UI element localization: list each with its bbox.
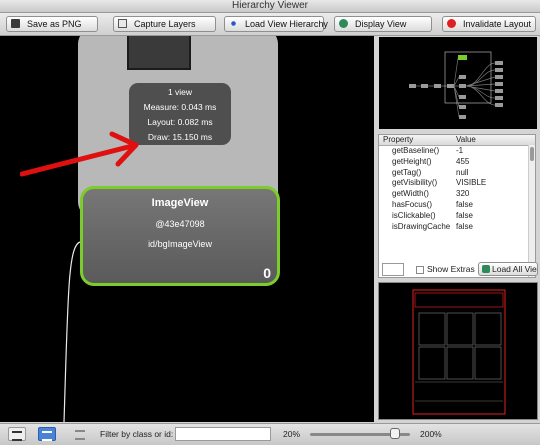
load-icon (482, 265, 490, 273)
table-row[interactable]: getVisibility() VISIBLE (379, 178, 535, 189)
list-icon (12, 431, 22, 441)
tree-overview-map (409, 51, 503, 119)
table-row[interactable]: isClickable() false (379, 211, 535, 222)
property-key: getTag() (392, 167, 422, 177)
table-row[interactable]: getHeight() 455 (379, 157, 535, 168)
node-class-name: ImageView (151, 197, 209, 209)
load-view-hierarchy-label: Load View Hierarchy (245, 19, 328, 29)
load-all-views-button[interactable]: Load All Vie (478, 262, 538, 276)
filter-label: Filter by class or id: (100, 429, 174, 439)
table-row[interactable]: isDrawingCache false (379, 222, 535, 233)
selected-view-node[interactable]: ImageView @43e47098 id/bgImageView 0 (80, 186, 280, 286)
invalidate-icon (447, 19, 456, 28)
table-row[interactable]: getWidth() 320 (379, 189, 535, 200)
layout-view-toggle-button[interactable] (38, 427, 56, 441)
property-value: false (456, 199, 473, 209)
value-column-header[interactable]: Value (456, 135, 476, 145)
load-all-views-label: Load All Vie (492, 264, 537, 274)
property-value: false (456, 210, 473, 220)
property-key: isDrawingCache (392, 221, 451, 231)
zoom-slider-knob[interactable] (390, 428, 400, 439)
options-bar: Show Extras Load All Vie (382, 262, 538, 278)
show-extras-label: Show Extras (427, 264, 475, 274)
display-icon (339, 19, 348, 28)
property-column-header[interactable]: Property (383, 135, 413, 145)
property-value: 320 (456, 189, 470, 199)
grid-icon (75, 430, 85, 440)
extras-field[interactable] (382, 263, 404, 276)
node-hash: @43e47098 (155, 219, 205, 229)
layout-icon (42, 431, 52, 441)
tree-overview[interactable] (379, 37, 537, 129)
display-view-button[interactable]: Display View (334, 16, 432, 32)
invalidate-layout-button[interactable]: Invalidate Layout (442, 16, 536, 32)
save-as-png-label: Save as PNG (27, 19, 82, 29)
property-key: isClickable() (392, 210, 436, 220)
property-key: hasFocus() (392, 199, 433, 209)
properties-header: Property Value (379, 135, 535, 146)
property-value: VISIBLE (456, 178, 487, 188)
property-key: getHeight() (392, 156, 432, 166)
table-row[interactable]: getBaseline() -1 (379, 146, 535, 157)
load-view-hierarchy-button[interactable]: Load View Hierarchy (224, 16, 328, 32)
right-pane: Property Value getBaseline() -1 getHeight… (376, 36, 540, 422)
hierarchy-canvas[interactable]: 1 view Measure: 0.043 ms Layout: 0.082 m… (0, 36, 374, 422)
properties-scrollbar[interactable] (528, 145, 535, 277)
invalidate-layout-label: Invalidate Layout (463, 19, 532, 29)
property-key: getVisibility() (392, 178, 438, 188)
capture-layers-label: Capture Layers (134, 19, 196, 29)
hierarchy-icon (229, 19, 238, 28)
save-as-png-button[interactable]: Save as PNG (6, 16, 98, 32)
property-value: -1 (456, 146, 464, 155)
show-extras-checkbox[interactable] (416, 266, 424, 274)
property-value: 455 (456, 156, 470, 166)
filter-input[interactable] (175, 427, 271, 441)
node-index: 0 (263, 265, 271, 281)
tree-view-toggle-button[interactable] (8, 427, 26, 441)
property-key: getBaseline() (392, 146, 440, 155)
zoom-max-label: 200% (420, 429, 442, 439)
status-bar: Filter by class or id: 20% 200% (0, 423, 540, 445)
toolbar: Save as PNG Capture Layers Load View Hie… (0, 13, 540, 36)
zoom-min-label: 20% (283, 429, 301, 439)
table-row[interactable]: getTag() null (379, 168, 535, 179)
save-icon (11, 19, 20, 28)
table-row[interactable]: hasFocus() false (379, 200, 535, 211)
capture-layers-button[interactable]: Capture Layers (113, 16, 216, 32)
scrollbar-thumb[interactable] (530, 147, 534, 161)
display-view-label: Display View (355, 19, 407, 29)
layout-preview[interactable] (378, 282, 538, 420)
properties-table[interactable]: Property Value getBaseline() -1 getHeight… (378, 134, 536, 278)
grid-button[interactable] (72, 427, 90, 441)
property-value: false (456, 221, 473, 231)
property-key: getWidth() (392, 189, 429, 199)
window-title: Hierarchy Viewer (0, 0, 540, 13)
capture-icon (118, 19, 127, 28)
layout-wireframe (412, 289, 506, 415)
property-value: null (456, 167, 469, 177)
node-id: id/bgImageView (148, 239, 212, 249)
